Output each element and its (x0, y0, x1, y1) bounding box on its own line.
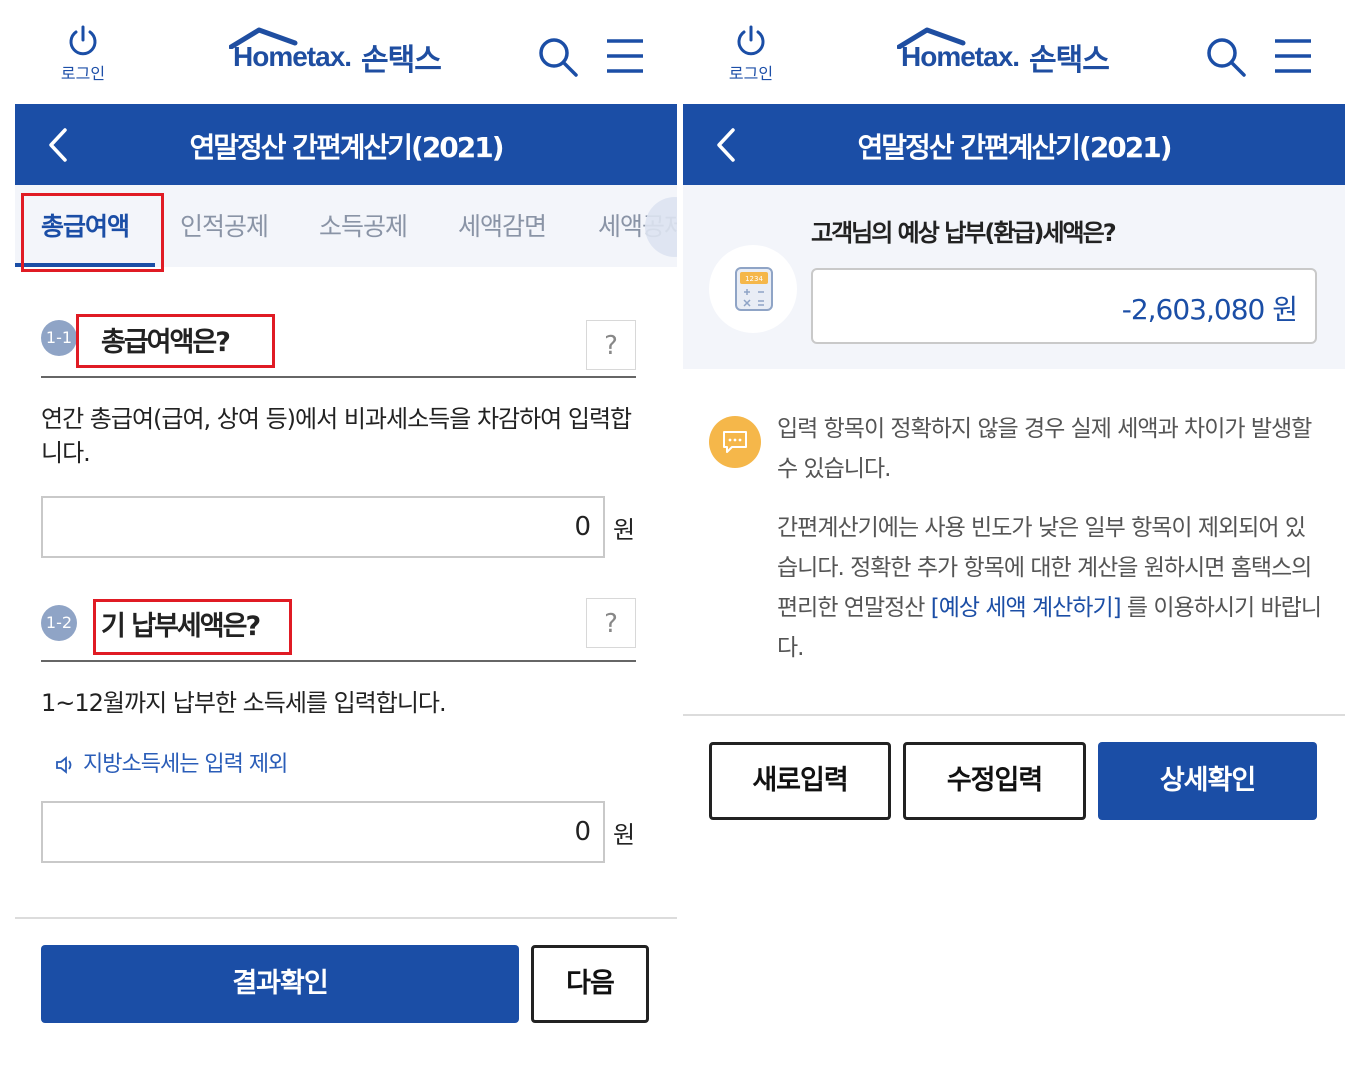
app-header: 로그인 Hometax. 손택스 (683, 0, 1345, 104)
logo-text-en: Hometax. (897, 27, 1020, 73)
calculator-icon: 1234 (735, 267, 773, 311)
footer-divider (683, 714, 1345, 716)
reset-input-button[interactable]: 새로입력 (709, 742, 891, 820)
help-button-q1[interactable]: ? (586, 320, 636, 370)
edit-input-button[interactable]: 수정입력 (903, 742, 1086, 820)
info-text-simplified: 간편계산기에는 사용 빈도가 낮은 일부 항목이 제외되어 있습니다. 정확한 … (777, 515, 1322, 661)
search-button[interactable] (537, 36, 579, 78)
question-description-q1: 연간 총급여(급여, 상여 등)에서 비과세소득을 차감하여 입력합니다. (41, 405, 632, 467)
tab-scroll-fade (645, 197, 677, 257)
local-tax-note: 지방소득세는 입력 제외 (55, 746, 288, 778)
tab-tax-reduction[interactable]: 세액감면 (458, 207, 547, 243)
menu-button[interactable] (605, 38, 645, 74)
highlight-box-tab (21, 193, 164, 272)
speech-bubble-icon (723, 431, 747, 453)
check-result-button[interactable]: 결과확인 (41, 945, 519, 1023)
login-label: 로그인 (728, 64, 774, 83)
logo-text-kr: 손택스 (361, 43, 442, 78)
house-roof-icon (229, 27, 298, 49)
page-title: 연말정산 간편계산기(2021) (857, 131, 1172, 164)
hamburger-icon (1275, 39, 1311, 73)
tab-personal-deduction[interactable]: 인적공제 (180, 207, 269, 243)
search-button[interactable] (1205, 36, 1247, 78)
power-icon (69, 25, 97, 56)
question-number-badge: 1-2 (41, 605, 77, 641)
tab-income-deduction[interactable]: 소득공제 (319, 207, 408, 243)
result-question: 고객님의 예상 납부(환급)세액은? (811, 219, 1117, 247)
login-label: 로그인 (60, 64, 106, 83)
app-header: 로그인 Hometax. 손택스 (15, 0, 677, 104)
info-text-accuracy: 입력 항목이 정확하지 않을 경우 실제 세액과 차이가 발생할 수 있습니다. (777, 416, 1312, 482)
unit-label-q2: 원 (613, 821, 636, 849)
login-button[interactable]: 로그인 (723, 24, 779, 84)
result-summary: 1234 고객님의 예상 납부(환급)세액은? -2,603,080 원 (683, 185, 1345, 369)
svg-text:1234: 1234 (745, 275, 763, 283)
result-screen: 로그인 Hometax. 손택스 연말정산 간편계산기(2021) 1234 고… (683, 0, 1345, 1092)
menu-button[interactable] (1273, 38, 1313, 74)
calculator-badge: 1234 (709, 245, 797, 333)
estimate-tax-link[interactable]: [예상 세액 계산하기] (931, 595, 1122, 621)
section-rule (41, 376, 636, 378)
house-roof-icon (897, 27, 966, 49)
page-titlebar: 연말정산 간편계산기(2021) (15, 104, 677, 185)
search-icon (539, 38, 578, 77)
logo-text-kr: 손택스 (1029, 43, 1110, 78)
input-screen: 로그인 Hometax. 손택스 연말정산 간편계산기(2021) 총급여액 인… (15, 0, 677, 1092)
unit-label-q1: 원 (613, 516, 636, 544)
question-number-badge: 1-1 (41, 320, 77, 356)
expected-tax-value: -2,603,080 원 (1121, 293, 1298, 326)
logo-text-en: Hometax. (229, 27, 352, 73)
section-rule (41, 660, 636, 662)
highlight-box-q1 (76, 314, 275, 368)
footer-divider (15, 917, 677, 919)
hometax-logo: Hometax. 손택스 (897, 27, 1110, 82)
result-value-box: -2,603,080 원 (811, 268, 1317, 344)
highlight-box-q2 (93, 599, 292, 655)
total-salary-input[interactable] (41, 496, 605, 558)
question-description-q2: 1~12월까지 납부한 소득세를 입력합니다. (41, 689, 447, 717)
detail-check-button[interactable]: 상세확인 (1098, 742, 1317, 820)
speaker-icon (56, 756, 72, 774)
prepaid-tax-input[interactable] (41, 801, 605, 863)
hometax-logo: Hometax. 손택스 (229, 27, 442, 82)
page-title: 연말정산 간편계산기(2021) (189, 131, 504, 164)
next-button[interactable]: 다음 (531, 945, 649, 1023)
hamburger-icon (607, 39, 643, 73)
help-button-q2[interactable]: ? (586, 598, 636, 648)
page-titlebar: 연말정산 간편계산기(2021) (683, 104, 1345, 185)
power-icon (737, 25, 765, 56)
login-button[interactable]: 로그인 (55, 24, 111, 84)
info-badge (709, 416, 761, 468)
search-icon (1207, 38, 1246, 77)
